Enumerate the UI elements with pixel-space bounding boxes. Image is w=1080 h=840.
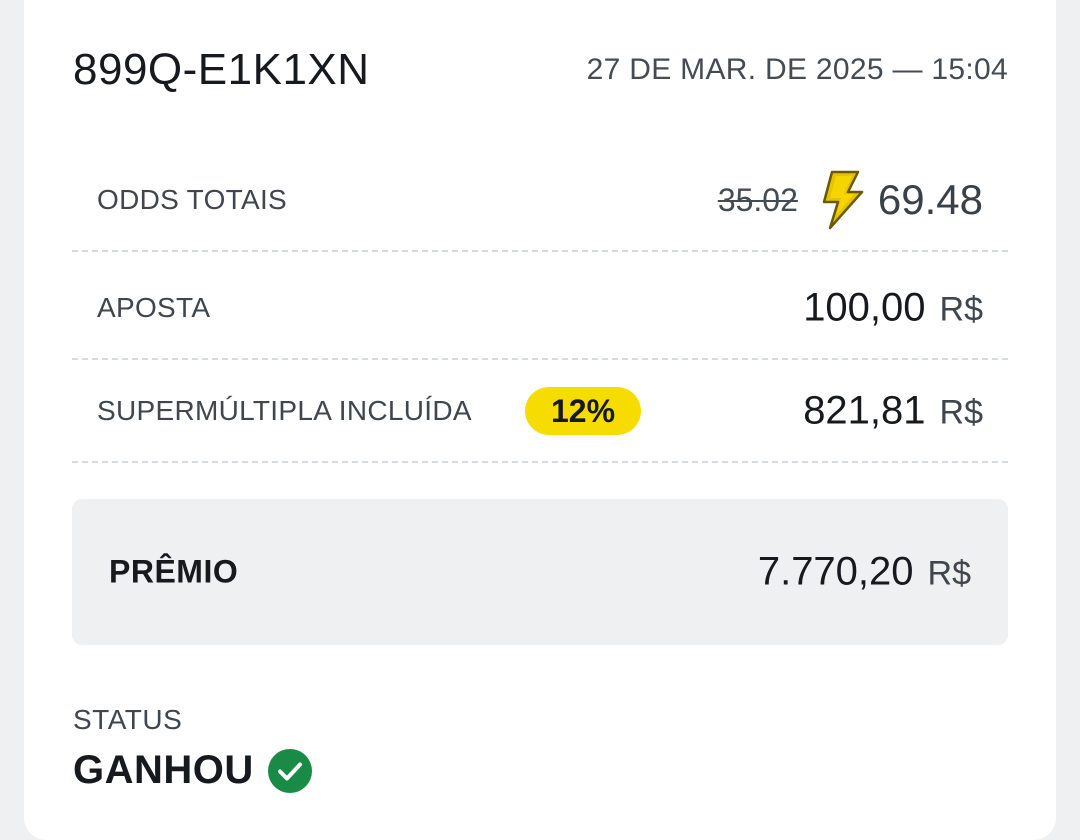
odds-old-value: 35.02: [718, 182, 798, 219]
prize-label: PRÊMIO: [109, 554, 238, 591]
prize-currency: R$: [928, 555, 971, 594]
stake-value: 100,00 R$: [803, 286, 983, 331]
odds-boosted-value: 69.48: [878, 176, 983, 224]
odds-label: ODDS TOTAIS: [97, 184, 287, 216]
prize-value: 7.770,20 R$: [758, 550, 971, 595]
supermultiple-currency: R$: [940, 394, 983, 433]
stake-row: APOSTA 100,00 R$: [72, 258, 1008, 360]
ticket-header: 899Q-E1K1XN 27 DE MAR. DE 2025 — 15:04: [73, 42, 1008, 102]
supermultiple-label: SUPERMÚLTIPLA INCLUÍDA: [97, 395, 472, 427]
status-label: STATUS: [73, 704, 182, 736]
stake-label: APOSTA: [97, 292, 210, 324]
lightning-bolt-icon: [818, 170, 864, 230]
ticket-id: 899Q-E1K1XN: [73, 42, 370, 98]
odds-values: 35.02 69.48: [718, 170, 983, 230]
check-circle-icon: [268, 749, 312, 793]
ticket-date: 27 DE MAR. DE 2025 — 15:04: [587, 50, 1008, 90]
supermultiple-value: 821,81 R$: [803, 389, 983, 434]
stake-amount: 100,00: [803, 286, 925, 331]
prize-amount: 7.770,20: [758, 550, 914, 595]
status-text: GANHOU: [73, 748, 254, 793]
supermultiple-amount: 821,81: [803, 389, 925, 434]
status-value: GANHOU: [73, 748, 312, 793]
odds-row: ODDS TOTAIS 35.02 69.48: [72, 150, 1008, 252]
supermultiple-row: SUPERMÚLTIPLA INCLUÍDA 12% 821,81 R$: [72, 361, 1008, 463]
prize-box: PRÊMIO 7.770,20 R$: [72, 499, 1008, 645]
supermultiple-badge: 12%: [525, 387, 641, 435]
stake-currency: R$: [940, 291, 983, 330]
